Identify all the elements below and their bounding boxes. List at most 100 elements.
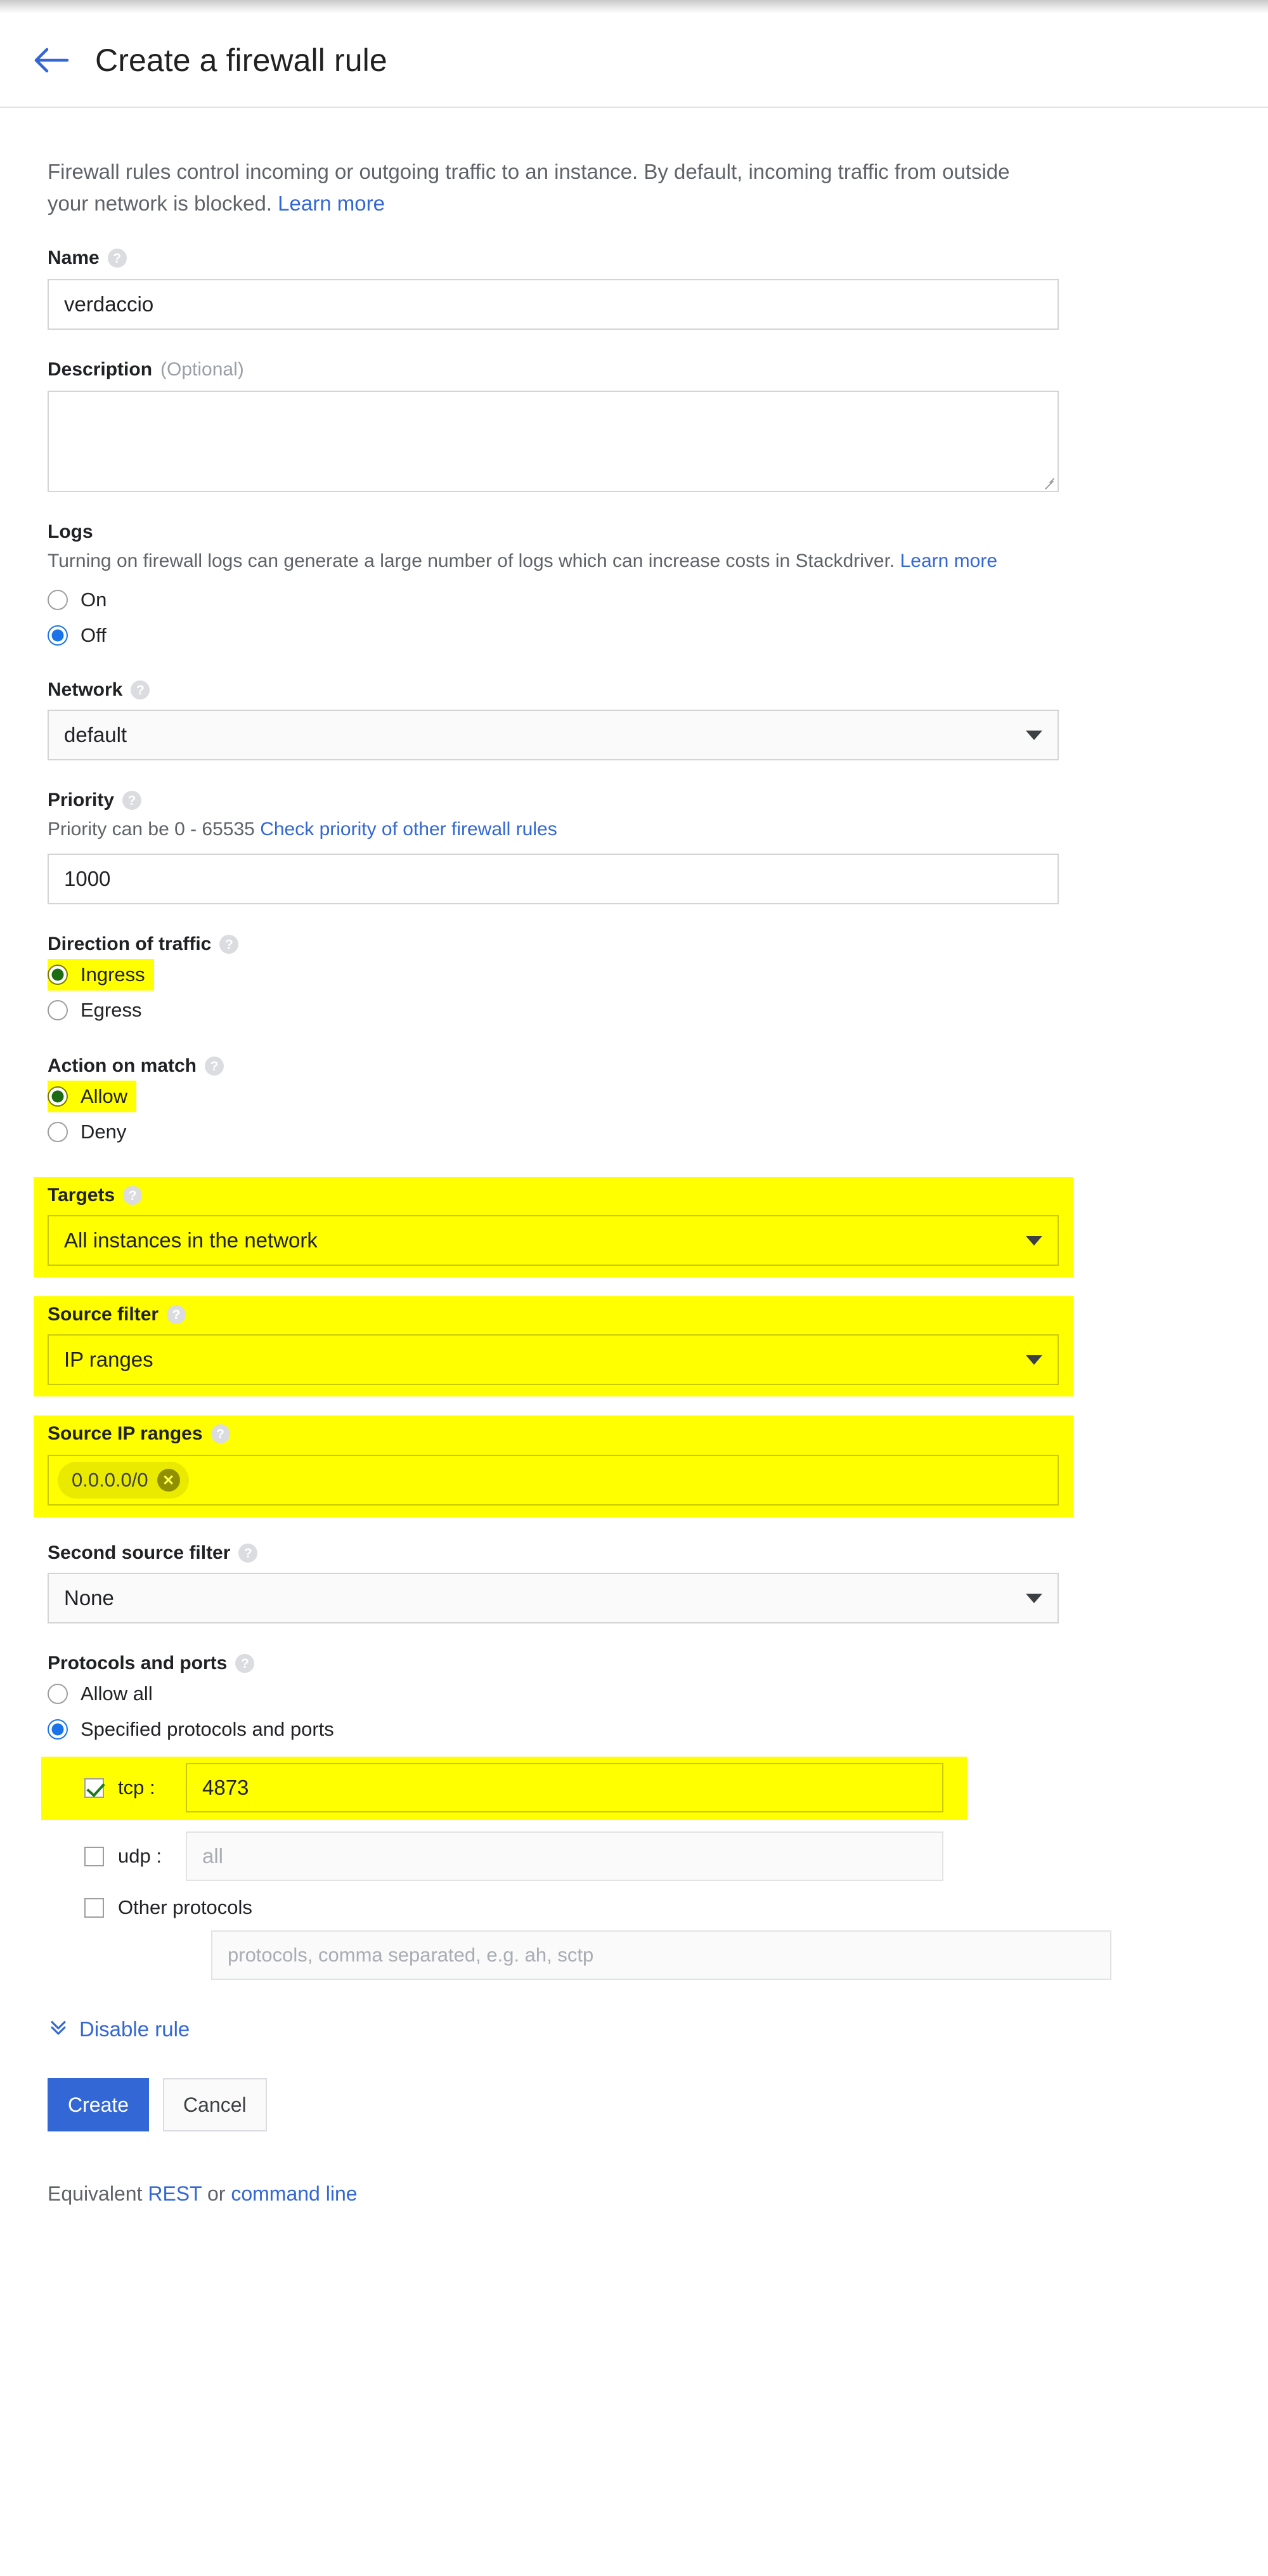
udp-ports-input[interactable]: all <box>186 1831 943 1882</box>
logs-option-off-label: Off <box>81 624 107 647</box>
source-ip-ranges-section: Source IP ranges ? 0.0.0.0/0 ✕ <box>34 1415 1073 1518</box>
help-icon[interactable]: ? <box>123 1186 143 1206</box>
radio-icon[interactable] <box>48 1086 68 1107</box>
chevron-down-icon[interactable] <box>1026 1235 1042 1246</box>
targets-select[interactable]: All instances in the network <box>48 1215 1059 1266</box>
network-label-text: Network <box>48 679 123 701</box>
intro-body: Firewall rules control incoming or outgo… <box>48 160 1010 216</box>
logs-radio-off[interactable]: Off <box>48 620 107 651</box>
logs-option-on-label: On <box>81 589 107 611</box>
network-select[interactable]: default <box>48 710 1059 761</box>
cancel-button[interactable]: Cancel <box>163 2078 267 2132</box>
source-filter-label: Source filter ? <box>48 1304 1059 1325</box>
intro-text: Firewall rules control incoming or outgo… <box>48 156 1043 219</box>
ip-range-chip: 0.0.0.0/0 ✕ <box>58 1462 189 1499</box>
radio-icon[interactable] <box>48 1122 68 1143</box>
logs-radio-on[interactable]: On <box>48 584 107 616</box>
help-icon[interactable]: ? <box>238 1544 258 1563</box>
direction-label-text: Direction of traffic <box>48 933 212 955</box>
equivalent-prefix: Equivalent <box>48 2182 148 2206</box>
help-icon[interactable]: ? <box>122 791 142 810</box>
protocol-row-tcp: tcp : 4873 <box>41 1757 967 1821</box>
action-label: Action on match ? <box>48 1055 1087 1077</box>
help-icon[interactable]: ? <box>167 1305 186 1325</box>
scroll-shadow <box>0 0 1268 14</box>
radio-icon[interactable] <box>48 590 68 611</box>
action-radio-allow[interactable]: Allow <box>48 1081 137 1113</box>
create-button[interactable]: Create <box>48 2078 150 2132</box>
priority-check-link[interactable]: Check priority of other firewall rules <box>260 819 557 840</box>
radio-icon[interactable] <box>48 1684 68 1705</box>
checkbox-icon[interactable] <box>84 1897 104 1918</box>
equivalent-rest-link[interactable]: REST <box>148 2182 202 2205</box>
network-section: Network ? default <box>48 679 1087 761</box>
help-icon[interactable]: ? <box>205 1057 224 1076</box>
close-icon[interactable]: ✕ <box>157 1469 180 1492</box>
equivalent-links: Equivalent REST or command line <box>48 2182 1087 2206</box>
resize-grip-icon[interactable] <box>1041 474 1055 488</box>
chevron-down-icon[interactable] <box>1026 1593 1042 1603</box>
source-ip-ranges-label-text: Source IP ranges <box>48 1423 203 1445</box>
disable-rule-label: Disable rule <box>79 2017 190 2041</box>
chevron-down-icon[interactable] <box>1026 1355 1042 1365</box>
page-header: Create a firewall rule <box>0 14 1268 108</box>
radio-icon[interactable] <box>48 625 68 646</box>
priority-label: Priority ? <box>48 790 1087 811</box>
protocols-radio-specified[interactable]: Specified protocols and ports <box>48 1714 334 1745</box>
disable-rule-toggle[interactable]: Disable rule <box>48 2017 1087 2041</box>
description-textarea[interactable] <box>48 391 1059 493</box>
intro-learn-more-link[interactable]: Learn more <box>278 192 385 215</box>
other-protocols-label: Other protocols <box>118 1896 252 1919</box>
other-left: Other protocols <box>48 1896 252 1919</box>
help-icon[interactable]: ? <box>107 249 127 268</box>
priority-label-text: Priority <box>48 790 115 811</box>
help-icon[interactable]: ? <box>235 1654 255 1674</box>
equivalent-command-line-link[interactable]: command line <box>231 2182 357 2205</box>
tcp-label: tcp : <box>118 1776 155 1799</box>
protocols-label: Protocols and ports ? <box>48 1653 1087 1674</box>
protocol-row-other: Other protocols <box>48 1896 1087 1919</box>
protocols-radio-allow-all[interactable]: Allow all <box>48 1678 153 1710</box>
logs-section: Logs Turning on firewall logs can genera… <box>48 521 1087 651</box>
ip-range-chip-label: 0.0.0.0/0 <box>72 1469 148 1492</box>
source-filter-section: Source filter ? IP ranges <box>34 1296 1073 1397</box>
help-icon[interactable]: ? <box>131 680 150 700</box>
priority-subtext-body: Priority can be 0 - 65535 <box>48 819 255 840</box>
double-chevron-down-icon[interactable] <box>48 2017 69 2041</box>
help-icon[interactable]: ? <box>219 935 239 954</box>
source-ip-ranges-label: Source IP ranges ? <box>48 1423 1059 1445</box>
second-source-filter-label-text: Second source filter <box>48 1542 231 1564</box>
logs-learn-more-link[interactable]: Learn more <box>900 550 997 571</box>
arrow-left-icon[interactable] <box>33 41 72 80</box>
page-title: Create a firewall rule <box>95 42 387 78</box>
source-filter-select[interactable]: IP ranges <box>48 1334 1059 1386</box>
direction-radio-ingress[interactable]: Ingress <box>48 959 154 991</box>
help-icon[interactable]: ? <box>210 1424 230 1444</box>
other-protocols-input[interactable]: protocols, comma separated, e.g. ah, sct… <box>211 1930 1111 1981</box>
logs-label-text: Logs <box>48 521 93 543</box>
description-label: Description (Optional) <box>48 359 1087 381</box>
radio-icon[interactable] <box>48 965 68 986</box>
checkbox-icon[interactable] <box>84 1846 104 1866</box>
action-radio-deny[interactable]: Deny <box>48 1116 126 1148</box>
second-source-filter-select[interactable]: None <box>48 1573 1059 1624</box>
priority-input[interactable]: 1000 <box>48 854 1059 905</box>
name-section: Name ? verdaccio <box>48 247 1087 330</box>
protocols-option-allow-all-label: Allow all <box>81 1682 153 1705</box>
chevron-down-icon[interactable] <box>1026 730 1042 740</box>
checkbox-icon[interactable] <box>84 1778 104 1798</box>
udp-label: udp : <box>118 1845 162 1868</box>
action-label-text: Action on match <box>48 1055 197 1077</box>
targets-label: Targets ? <box>48 1185 1059 1206</box>
name-input[interactable]: verdaccio <box>48 279 1059 330</box>
action-option-deny-label: Deny <box>81 1121 127 1143</box>
direction-radio-egress[interactable]: Egress <box>48 994 141 1026</box>
radio-icon[interactable] <box>48 1719 68 1740</box>
logs-label: Logs <box>48 521 1087 543</box>
tcp-ports-input[interactable]: 4873 <box>186 1763 943 1813</box>
logs-subtext: Turning on firewall logs can generate a … <box>48 547 1087 575</box>
tcp-left: tcp : <box>48 1776 186 1799</box>
priority-section: Priority ? Priority can be 0 - 65535 Che… <box>48 790 1087 905</box>
radio-icon[interactable] <box>48 1000 68 1021</box>
source-ip-ranges-input[interactable]: 0.0.0.0/0 ✕ <box>48 1455 1059 1506</box>
